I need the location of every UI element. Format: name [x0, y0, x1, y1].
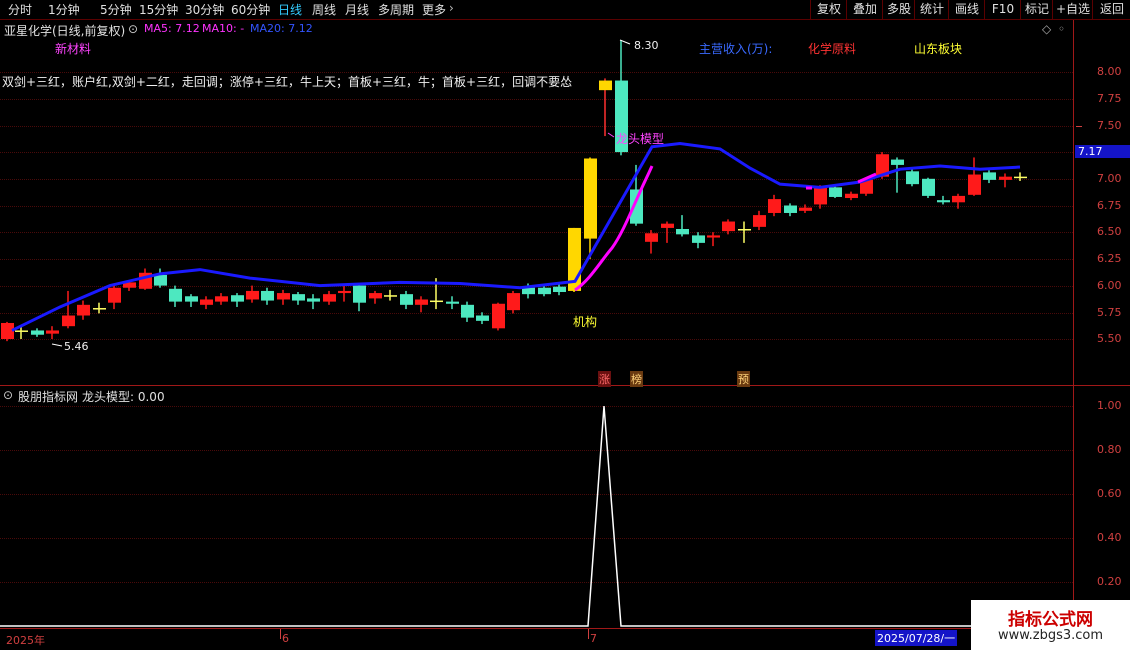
candle-body [661, 223, 674, 228]
indicator-tick: 0.60 [1097, 487, 1122, 500]
indicator-tick: 0.20 [1097, 575, 1122, 588]
candle-body [169, 288, 182, 302]
candle-body [891, 159, 904, 165]
price-axis-divider [1073, 20, 1074, 385]
candle-body [323, 294, 336, 302]
candle-body [922, 178, 935, 196]
panel-divider [0, 385, 1130, 386]
candle-body [62, 315, 75, 327]
price-tick: 6.75 [1097, 199, 1122, 212]
watermark: 指标公式网 www.zbgs3.com [971, 600, 1130, 650]
candle-body [707, 235, 720, 238]
price-tick: 5.75 [1097, 306, 1122, 319]
candle-body [906, 171, 919, 185]
high-price-label: 8.30 [634, 39, 659, 52]
candle-body [154, 274, 167, 286]
candle-body [353, 285, 366, 303]
dragon-model-annotation: 龙头模型 [616, 132, 665, 146]
candle-body [384, 295, 397, 297]
candle-body [46, 330, 59, 334]
candle-body [277, 293, 290, 300]
price-tick: 7.50 [1097, 119, 1122, 132]
candle-body [722, 221, 735, 232]
candle-body [507, 293, 520, 311]
candle-body [799, 207, 812, 211]
candle-body [814, 187, 827, 205]
candle-body [492, 303, 505, 329]
candle-body [246, 290, 259, 300]
watermark-url: www.zbgs3.com [997, 628, 1104, 643]
indicator-value: 龙头模型: 0.00 [82, 390, 165, 404]
candle-body [1014, 176, 1027, 179]
marker-bang[interactable]: 榜 [630, 371, 643, 387]
candle-body [77, 304, 90, 316]
time-label-july: 7 [590, 632, 597, 645]
candle-body [215, 296, 228, 302]
candlestick-chart[interactable] [0, 0, 1073, 385]
candle-body [983, 172, 996, 180]
candle-body [31, 330, 44, 335]
candle-body [845, 193, 858, 199]
candle-body [231, 295, 244, 302]
sub-axis-divider [1073, 386, 1074, 628]
candle-body [738, 228, 751, 231]
current-price-label: 7.17 [1075, 145, 1130, 158]
indicator-tick: 0.80 [1097, 443, 1122, 456]
price-tick: 7.00 [1097, 172, 1122, 185]
indicator-tick: 1.00 [1097, 399, 1122, 412]
candle-body [476, 315, 489, 321]
price-tick: 8.00 [1097, 65, 1122, 78]
candle-body [999, 176, 1012, 180]
indicator-tick: 0.40 [1097, 531, 1122, 544]
candle-body [768, 199, 781, 213]
price-tick: 6.00 [1097, 279, 1122, 292]
candle-body [307, 298, 320, 302]
marker-zhang[interactable]: 涨 [598, 371, 611, 387]
candle-body [446, 301, 459, 304]
candle-body [584, 158, 597, 239]
institution-annotation: 机构 [573, 315, 598, 329]
candle-body [108, 287, 121, 303]
candle-body [937, 200, 950, 203]
candle-body [1, 322, 14, 339]
price-tick: 7.75 [1097, 92, 1122, 105]
candle-body [784, 205, 797, 213]
candle-body [968, 174, 981, 195]
candle-body [338, 290, 351, 294]
candle-body [15, 330, 28, 332]
time-label-june: 6 [282, 632, 289, 645]
price-tick: 5.50 [1097, 332, 1122, 345]
candle-body [829, 187, 842, 197]
watermark-title: 指标公式网 [1008, 610, 1093, 630]
candle-body [430, 300, 443, 303]
candle-body [461, 304, 474, 318]
marker-yu[interactable]: 预 [737, 371, 750, 387]
candle-body [753, 215, 766, 227]
dragon-model-line [0, 405, 1073, 627]
candle-body [599, 80, 612, 91]
low-price-label: 5.46 [64, 340, 89, 353]
price-tick: 6.25 [1097, 252, 1122, 265]
sub-panel-title: 股朋指标网 [18, 390, 79, 404]
candle-body [261, 290, 274, 301]
candle-body [952, 195, 965, 203]
candle-body [553, 286, 566, 293]
candle-body [645, 233, 658, 242]
time-label-2025: 2025年 [6, 634, 45, 647]
candle-body [369, 293, 382, 299]
candle-body [400, 294, 413, 305]
candle-body [292, 294, 305, 301]
candle-body [93, 308, 106, 310]
cursor-date-box: 2025/07/28/一 [875, 630, 958, 646]
candle-body [692, 235, 705, 243]
candle-body [185, 296, 198, 302]
sub-collapse-icon[interactable]: ⊙ [3, 388, 13, 402]
candle-body [200, 299, 213, 305]
candle-body [676, 228, 689, 235]
candle-body [415, 299, 428, 305]
price-tick: 6.50 [1097, 225, 1122, 238]
time-axis-divider [0, 628, 1130, 629]
back-button[interactable]: 返回 [1092, 0, 1130, 19]
candle-body [538, 287, 551, 295]
